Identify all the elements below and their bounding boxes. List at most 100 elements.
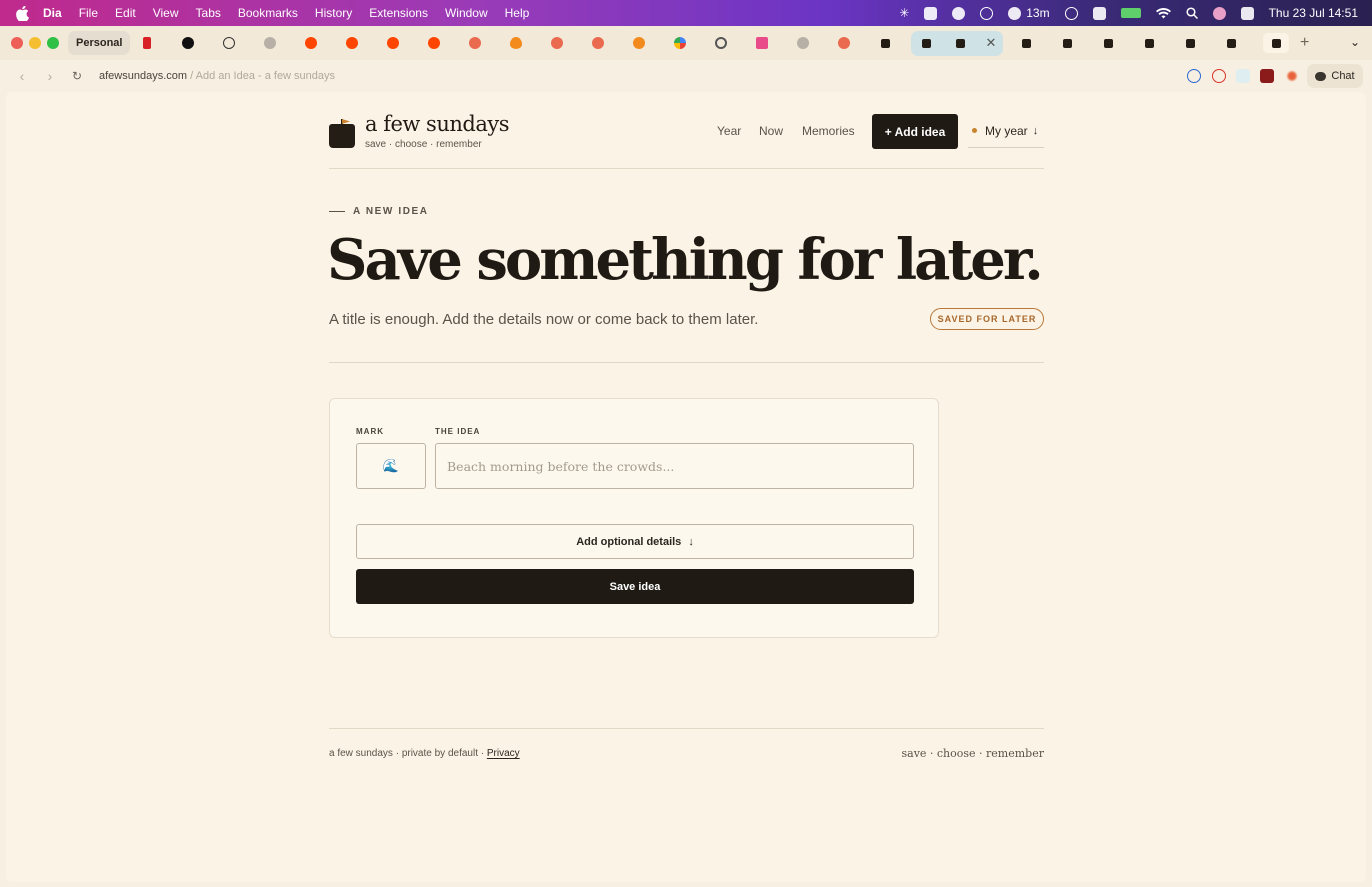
zoom-window-button[interactable] <box>47 37 59 49</box>
user-status-icon[interactable] <box>1212 6 1226 20</box>
menu-edit[interactable]: Edit <box>115 6 136 20</box>
footer-divider <box>329 728 1044 729</box>
tab-generic-2[interactable] <box>793 33 813 53</box>
wifi-icon[interactable] <box>1155 7 1171 19</box>
brand-name[interactable]: a few sundays <box>365 112 509 136</box>
netflix-icon <box>143 37 151 49</box>
save-idea-button[interactable]: Save idea <box>356 569 914 604</box>
password-manager-extension-icon[interactable] <box>1187 69 1201 83</box>
play-status-icon[interactable] <box>1064 6 1078 20</box>
control-center-icon[interactable] <box>1240 6 1254 20</box>
menu-extensions[interactable]: Extensions <box>369 6 428 20</box>
menu-bookmarks[interactable]: Bookmarks <box>238 6 298 20</box>
menu-file[interactable]: File <box>79 6 98 20</box>
tab-fire-1[interactable] <box>506 33 526 53</box>
menu-history[interactable]: History <box>315 6 352 20</box>
tab-whatsapp[interactable] <box>219 33 239 53</box>
power-extension-icon[interactable] <box>1212 69 1226 83</box>
web-page: a few sundays save · choose · remember Y… <box>6 92 1366 882</box>
focus-timer-value: 13m <box>1026 6 1050 20</box>
url-domain: afewsundays.com <box>99 70 188 82</box>
tab-producthunt-2[interactable] <box>547 33 567 53</box>
bookmark-extension-icon[interactable] <box>1260 69 1274 83</box>
nav-now[interactable]: Now <box>759 124 783 138</box>
tab-netflix[interactable] <box>137 33 157 53</box>
tabs-row: ✕ <box>130 26 1300 60</box>
close-window-button[interactable] <box>11 37 23 49</box>
apple-logo-icon[interactable] <box>13 4 31 22</box>
tab-google-cloud[interactable] <box>670 33 690 53</box>
tab-afewsundays-4[interactable] <box>1057 33 1077 53</box>
hero-divider <box>329 362 1044 363</box>
sparkle-extension-icon[interactable] <box>1285 69 1299 83</box>
close-tab-icon[interactable]: ✕ <box>981 33 1001 53</box>
new-tab-button[interactable]: + <box>1300 34 1309 52</box>
tab-afewsundays-3[interactable] <box>1016 33 1036 53</box>
afewsundays-icon <box>955 38 965 48</box>
nav-memories[interactable]: Memories <box>802 124 855 138</box>
idea-title-input[interactable] <box>435 443 914 489</box>
shield-extension-icon[interactable] <box>1236 69 1250 83</box>
tab-afewsundays-2[interactable] <box>916 33 936 53</box>
brand-logo-icon[interactable] <box>329 119 355 148</box>
page-subtitle: A title is enough. Add the details now o… <box>329 311 759 328</box>
tab-producthunt-1[interactable] <box>465 33 485 53</box>
tab-afewsundays-8[interactable] <box>1221 33 1241 53</box>
producthunt-icon <box>551 37 563 49</box>
producthunt-icon <box>592 37 604 49</box>
tab-generic-1[interactable] <box>260 33 280 53</box>
tab-settings[interactable] <box>711 33 731 53</box>
layout-status-icon[interactable] <box>1092 6 1106 20</box>
mark-picker[interactable]: 🌊 <box>356 443 426 489</box>
back-button[interactable]: ‹ <box>14 68 30 84</box>
afewsundays-icon <box>1021 38 1031 48</box>
profile-switcher[interactable]: Personal <box>68 31 131 55</box>
tab-reddit-3[interactable] <box>383 33 403 53</box>
flame-icon <box>510 37 522 49</box>
box-status-icon[interactable] <box>924 6 938 20</box>
tab-vercel[interactable] <box>178 33 198 53</box>
footer-left: a few sundays · private by default · Pri… <box>329 748 520 759</box>
tab-overflow-chevron-icon[interactable]: ⌄ <box>1350 35 1360 49</box>
nav-year[interactable]: Year <box>717 124 741 138</box>
tab-producthunt-4[interactable] <box>834 33 854 53</box>
tab-reddit-1[interactable] <box>301 33 321 53</box>
menu-view[interactable]: View <box>153 6 179 20</box>
menu-tabs[interactable]: Tabs <box>196 6 221 20</box>
tab-afewsundays-1[interactable] <box>875 33 895 53</box>
minimize-window-button[interactable] <box>29 37 41 49</box>
battery-icon[interactable] <box>1120 8 1141 18</box>
tab-reddit-2[interactable] <box>342 33 362 53</box>
focus-timer-status[interactable]: 13m <box>1008 6 1050 20</box>
producthunt-icon <box>469 37 481 49</box>
tab-reddit-4[interactable] <box>424 33 444 53</box>
accent-dot <box>972 128 977 133</box>
timer-status-icon[interactable] <box>952 6 966 20</box>
tab-afewsundays-7[interactable] <box>1180 33 1200 53</box>
my-year-dropdown[interactable]: My year ↓ <box>968 114 1044 148</box>
add-idea-button[interactable]: + Add idea <box>872 114 958 149</box>
menu-help[interactable]: Help <box>505 6 530 20</box>
tab-producthunt-3[interactable] <box>588 33 608 53</box>
tab-fire-2[interactable] <box>629 33 649 53</box>
tab-afewsundays-5[interactable] <box>1098 33 1118 53</box>
password-status-icon[interactable] <box>980 6 994 20</box>
chat-button[interactable]: Chat <box>1307 64 1363 88</box>
tab-afewsundays-9[interactable] <box>1263 33 1289 53</box>
menubar-clock[interactable]: Thu 23 Jul 14:51 <box>1269 6 1358 20</box>
tab-s-app[interactable] <box>752 33 772 53</box>
sparkle-status-icon[interactable]: ✳ <box>899 6 909 20</box>
tab-afewsundays-6[interactable] <box>1139 33 1159 53</box>
s-app-icon <box>756 37 768 49</box>
site-header: a few sundays save · choose · remember Y… <box>329 112 1044 170</box>
forward-button[interactable]: › <box>42 68 58 84</box>
reload-icon[interactable]: ↻ <box>69 69 85 83</box>
menu-app-name[interactable]: Dia <box>43 6 62 20</box>
menu-window[interactable]: Window <box>445 6 488 20</box>
tab-afewsundays-active[interactable] <box>950 33 970 53</box>
window-controls <box>11 37 65 49</box>
url-field[interactable]: afewsundays.com / Add an Idea - a few su… <box>99 70 335 82</box>
add-optional-details-button[interactable]: Add optional details ↓ <box>356 524 914 559</box>
privacy-link[interactable]: Privacy <box>487 748 520 759</box>
search-icon[interactable] <box>1186 7 1198 19</box>
